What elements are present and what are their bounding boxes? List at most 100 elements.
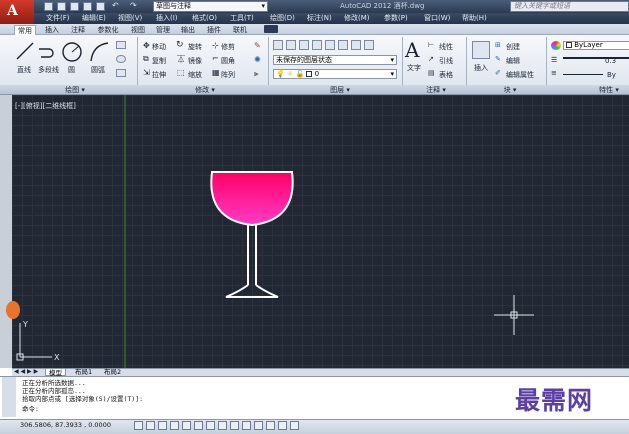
create-block-button[interactable]: 创建 <box>506 43 520 51</box>
panel-title-annotation[interactable]: 注释 ▾ <box>416 85 456 95</box>
arc-button-label[interactable]: 圆弧 <box>91 66 105 74</box>
circle-button-label[interactable]: 圆 <box>68 66 75 74</box>
tab-view[interactable]: 视图 <box>128 25 148 35</box>
copy-button[interactable]: 复制 <box>152 57 166 65</box>
dynamic-ucs-icon[interactable] <box>230 421 239 430</box>
stretch-button[interactable]: 拉伸 <box>152 71 166 79</box>
lineweight-toggle-icon[interactable] <box>254 421 263 430</box>
offset-icon[interactable]: ⫸ <box>254 69 259 79</box>
color-select[interactable]: ByLayer <box>563 41 629 50</box>
menu-item-insert[interactable]: 插入(I) <box>156 13 178 24</box>
command-grip[interactable] <box>2 377 16 417</box>
menu-item-format[interactable]: 格式(O) <box>192 13 217 24</box>
tab-layout2[interactable]: 布局2 <box>101 368 124 376</box>
open-icon[interactable] <box>57 2 66 11</box>
menu-item-window[interactable]: 窗口(W) <box>424 13 450 24</box>
text-button-label[interactable]: 文字 <box>407 64 421 72</box>
trim-button[interactable]: 修剪 <box>221 43 235 51</box>
minimize-ribbon-icon[interactable] <box>264 25 278 33</box>
selection-cycling-icon[interactable] <box>290 421 299 430</box>
tab-home[interactable]: 常用 <box>14 25 36 35</box>
array-button[interactable]: 阵列 <box>221 71 235 79</box>
app-logo-button[interactable]: A <box>0 0 34 26</box>
table-button[interactable]: 表格 <box>439 71 453 79</box>
panel-title-layers[interactable]: 图层 ▾ <box>320 85 360 95</box>
panel-title-block[interactable]: 块 ▾ <box>490 85 530 95</box>
layer-match-icon[interactable] <box>286 40 296 50</box>
rectangle-icon[interactable] <box>116 41 126 49</box>
ortho-mode-icon[interactable] <box>170 421 179 430</box>
save-icon[interactable] <box>70 2 79 11</box>
quick-properties-icon[interactable] <box>278 421 287 430</box>
erase-icon[interactable]: ✎ <box>254 41 261 50</box>
menu-item-help[interactable]: 帮助(H) <box>462 13 487 24</box>
insert-button-label[interactable]: 插入 <box>474 64 488 72</box>
menu-item-tools[interactable]: 工具(T) <box>230 13 254 24</box>
menu-item-draw[interactable]: 绘图(D) <box>270 13 295 24</box>
undo-icon[interactable]: ↶ <box>112 1 119 10</box>
infer-constraints-icon[interactable] <box>134 421 143 430</box>
menu-item-modify[interactable]: 修改(M) <box>344 13 370 24</box>
tab-online[interactable]: 联机 <box>230 25 250 35</box>
tab-output[interactable]: 输出 <box>178 25 198 35</box>
grid-display-icon[interactable] <box>158 421 167 430</box>
lineweight-preview[interactable] <box>563 57 629 59</box>
panel-title-properties[interactable]: 特性 ▾ <box>589 85 629 95</box>
layer-previous-icon[interactable] <box>299 40 309 50</box>
layout-nav-icons[interactable]: ◀ ◀ ▶ ▶ <box>14 368 38 376</box>
layer-isolate-icon[interactable] <box>312 40 322 50</box>
layer-select[interactable]: 💡 ☼ 🔓 0 ▾ <box>273 69 397 79</box>
menu-item-edit[interactable]: 编辑(E) <box>82 13 106 24</box>
layer-properties-icon[interactable] <box>273 40 283 50</box>
insert-block-icon[interactable] <box>472 41 490 59</box>
text-a-icon[interactable]: A <box>405 38 419 62</box>
print-icon[interactable] <box>96 2 105 11</box>
tab-manage[interactable]: 管理 <box>153 25 173 35</box>
layer-state-select[interactable]: 未保存的图层状态 ▾ <box>273 55 397 65</box>
layer-lock-icon[interactable] <box>351 40 361 50</box>
transparency-icon[interactable] <box>266 421 275 430</box>
edit-block-button[interactable]: 编辑 <box>506 57 520 65</box>
polyline-button-label[interactable]: 多段线 <box>38 66 59 74</box>
menu-item-view[interactable]: 视图(V) <box>118 13 142 24</box>
coordinate-readout[interactable]: 306.5806, 87.3933 , 0.0000 <box>20 421 111 429</box>
panel-title-modify[interactable]: 修改 ▾ <box>185 85 225 95</box>
3d-object-snap-icon[interactable] <box>206 421 215 430</box>
object-snap-tracking-icon[interactable] <box>218 421 227 430</box>
scale-button[interactable]: 缩放 <box>188 71 202 79</box>
dynamic-input-icon[interactable] <box>242 421 251 430</box>
menu-item-file[interactable]: 文件(F) <box>46 13 70 24</box>
linear-dim-button[interactable]: 线性 <box>439 43 453 51</box>
command-prompt[interactable]: 命令: <box>22 405 39 413</box>
object-snap-icon[interactable] <box>194 421 203 430</box>
edit-attribute-button[interactable]: 编辑属性 <box>506 71 534 79</box>
redo-icon[interactable]: ↷ <box>130 1 137 10</box>
mirror-button[interactable]: 镜像 <box>188 57 202 65</box>
tab-parametric[interactable]: 参数化 <box>94 25 122 35</box>
menu-item-parametric[interactable]: 参数(P) <box>384 13 408 24</box>
menu-item-dimension[interactable]: 标注(N) <box>307 13 332 24</box>
ellipse-icon[interactable] <box>116 55 126 63</box>
layer-unisolate-icon[interactable] <box>364 40 374 50</box>
tab-insert[interactable]: 插入 <box>42 25 62 35</box>
linetype-preview[interactable] <box>563 74 603 75</box>
panel-title-draw[interactable]: 绘图 ▾ <box>55 85 95 95</box>
leader-button[interactable]: 引线 <box>439 57 453 65</box>
layer-freeze-icon[interactable] <box>325 40 335 50</box>
workspace-select[interactable]: 草图与注释 ▾ <box>153 1 268 12</box>
fillet-button[interactable]: 圆角 <box>221 57 235 65</box>
tab-layout1[interactable]: 布局1 <box>72 368 95 376</box>
tab-annotate[interactable]: 注释 <box>68 25 88 35</box>
save-as-icon[interactable] <box>83 2 92 11</box>
color-wheel-icon[interactable] <box>551 41 561 50</box>
tab-plugins[interactable]: 插件 <box>204 25 224 35</box>
explode-icon[interactable]: ✺ <box>254 55 261 64</box>
navigation-wheel-icon[interactable] <box>6 301 20 319</box>
new-icon[interactable] <box>44 2 53 11</box>
snap-mode-icon[interactable] <box>146 421 155 430</box>
polar-tracking-icon[interactable] <box>182 421 191 430</box>
move-button[interactable]: 移动 <box>152 43 166 51</box>
tab-model[interactable]: 模型 <box>45 368 66 377</box>
search-input[interactable]: 键入关键字或短语 <box>510 1 629 12</box>
hatch-icon[interactable] <box>116 69 126 77</box>
